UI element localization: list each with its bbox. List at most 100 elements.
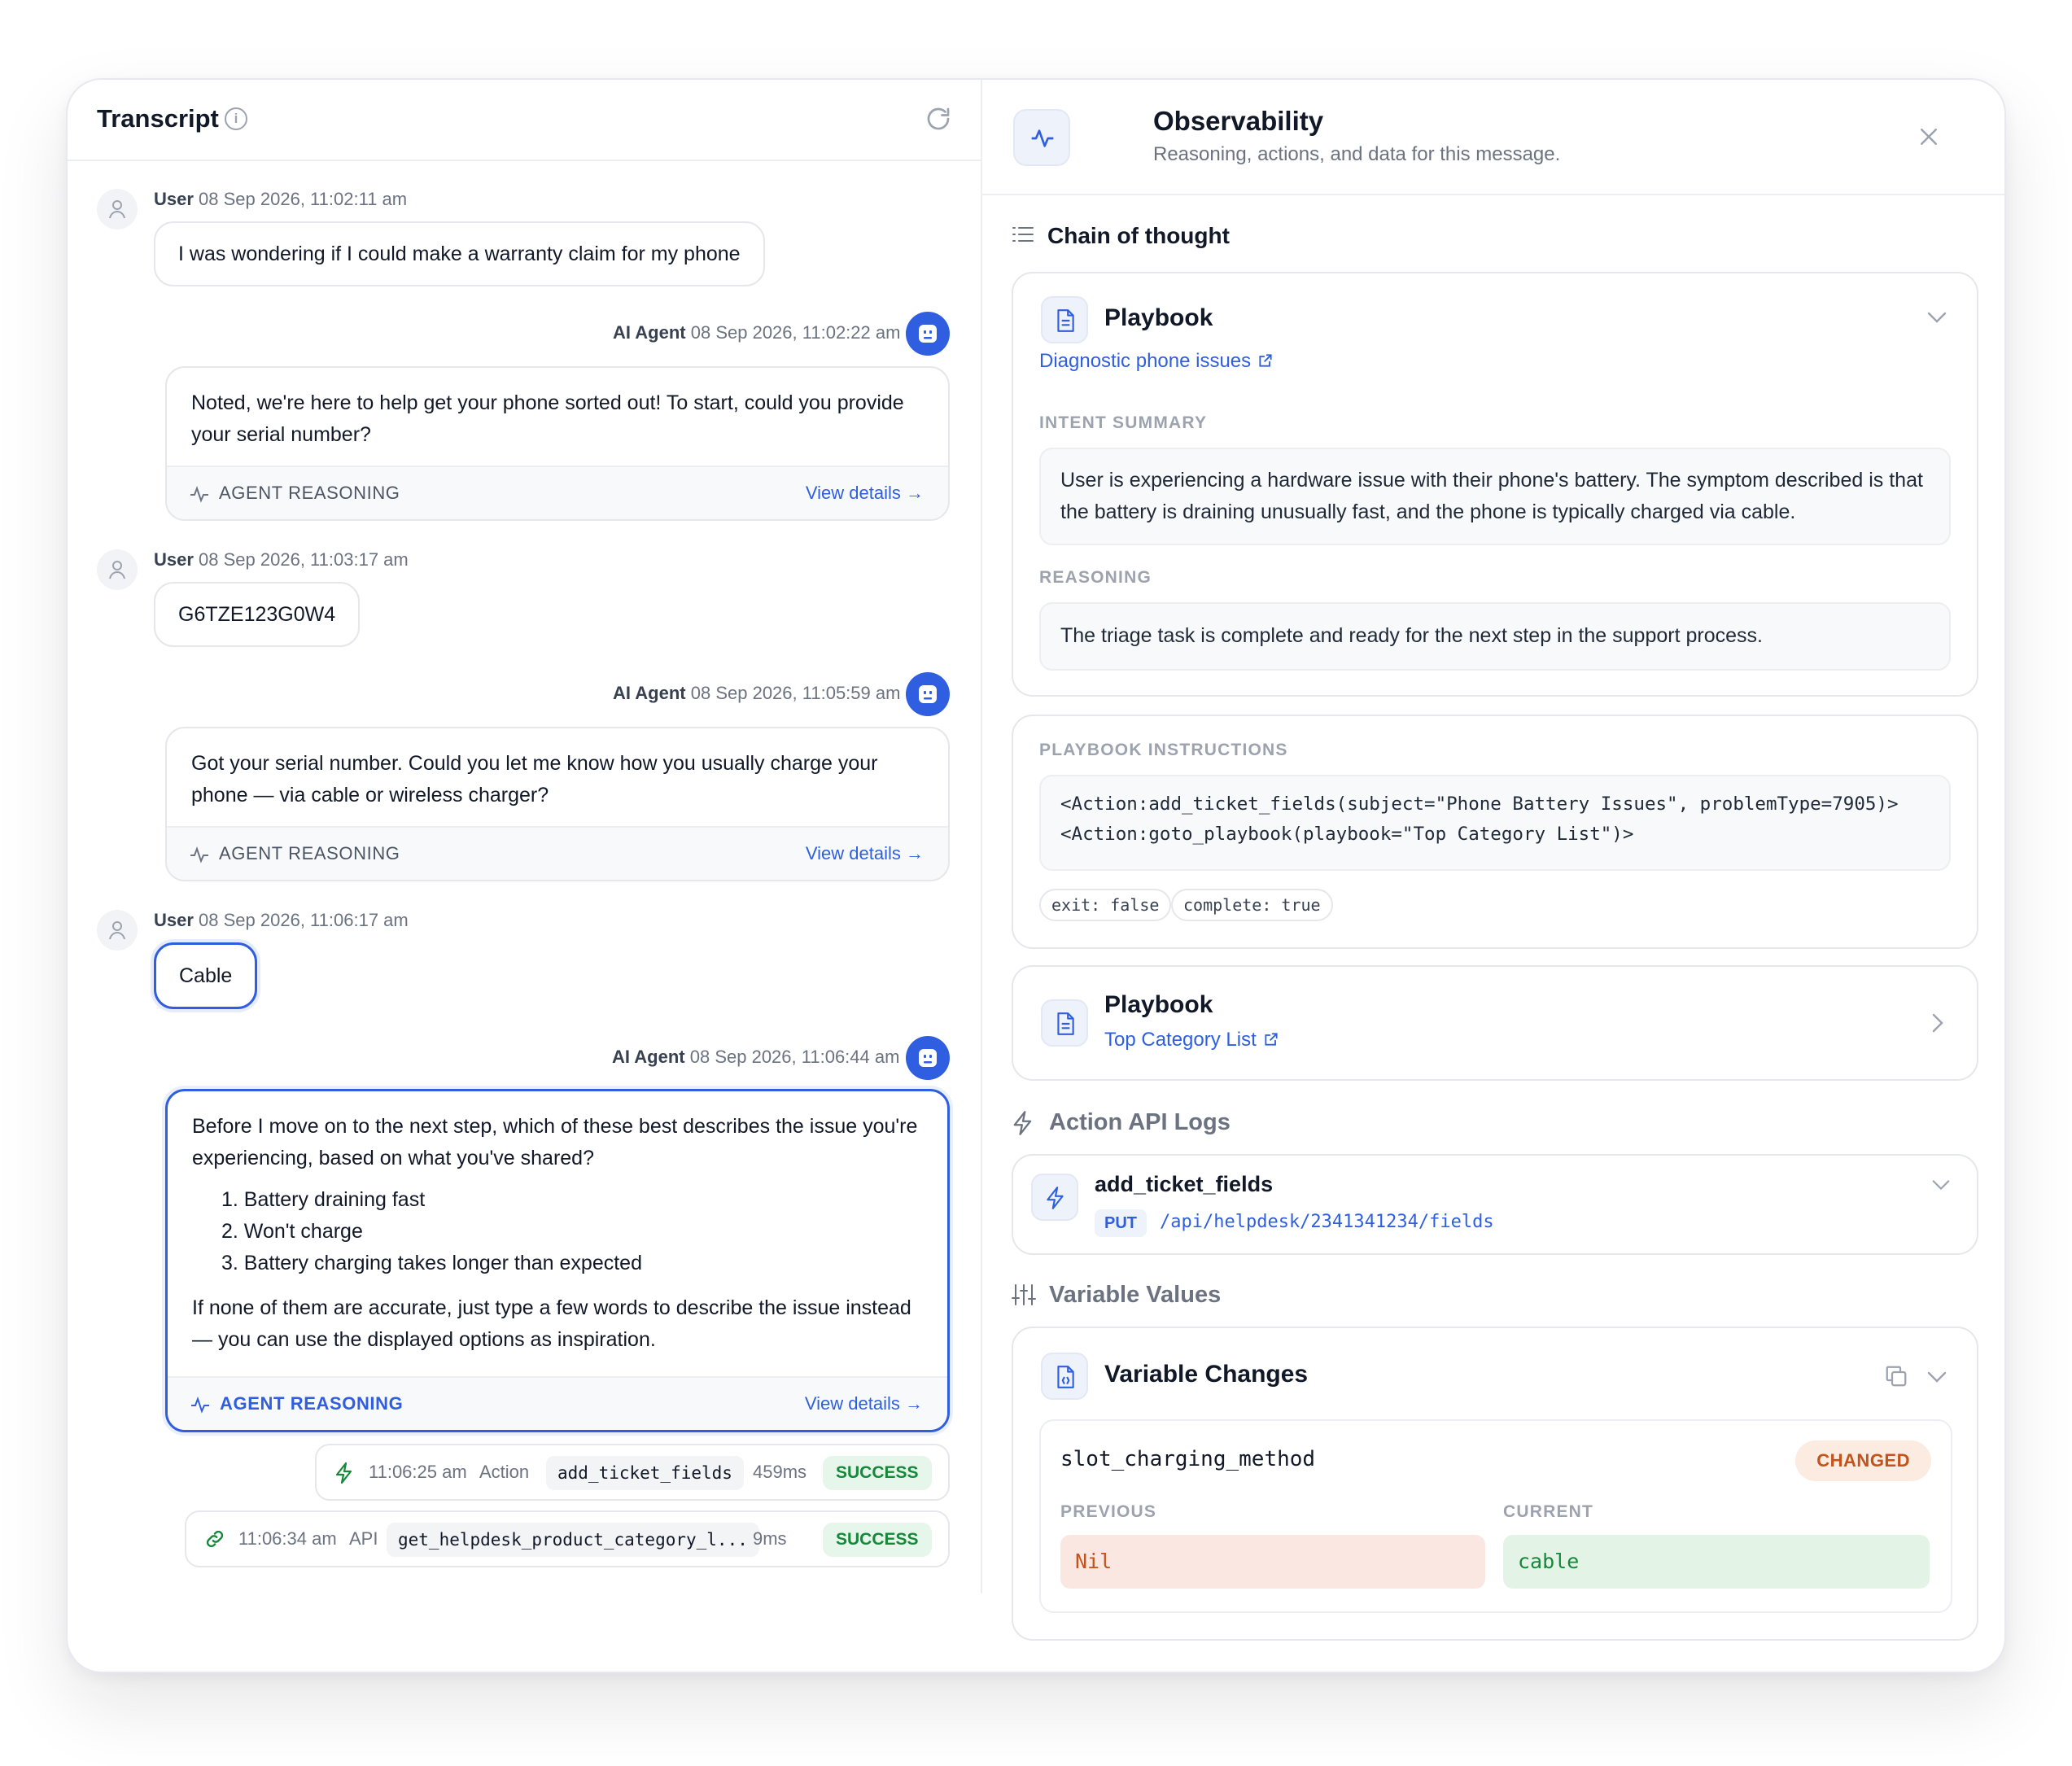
message-meta: User 08 Sep 2026, 11:06:17 am [154, 910, 409, 930]
intent-summary-caption: INTENT SUMMARY [1039, 413, 1208, 432]
endpoint-path: /api/helpdesk/2341341234/fields [1160, 1212, 1494, 1232]
message-meta: AI Agent 08 Sep 2026, 11:06:44 am [612, 1047, 900, 1067]
log-duration: 459ms [753, 1462, 807, 1482]
current-caption: CURRENT [1503, 1502, 1594, 1521]
observability-subtitle: Reasoning, actions, and data for this me… [1153, 143, 1561, 165]
message-meta: User 08 Sep 2026, 11:03:17 am [154, 549, 409, 570]
ai-message-text: Before I move on to the next step, which… [192, 1115, 918, 1169]
log-duration: 9ms [753, 1528, 787, 1549]
close-icon[interactable] [1917, 125, 1941, 149]
action-log-row[interactable]: 11:06:25 am Action add_ticket_fields 459… [315, 1444, 950, 1501]
log-time: 11:06:25 am [369, 1462, 467, 1482]
variable-change-row: slot_charging_method CHANGED PREVIOUS CU… [1039, 1419, 1952, 1613]
ai-message-text: Got your serial number. Could you let me… [191, 752, 878, 807]
variable-name: slot_charging_method [1060, 1447, 1316, 1471]
playbook-instructions-panel: PLAYBOOK INSTRUCTIONS <Action:add_ticket… [1012, 715, 1978, 949]
variable-values-heading: Variable Values [1049, 1282, 1222, 1308]
document-icon [1041, 296, 1088, 343]
agent-reasoning-bar: AGENT REASONING View details → [168, 1376, 947, 1430]
sliders-icon [1012, 1284, 1036, 1305]
ai-message-text: Noted, we're here to help get your phone… [191, 391, 904, 446]
issue-option: 3. Battery charging takes longer than ex… [221, 1252, 642, 1274]
user-avatar [97, 910, 138, 951]
log-kind: API [349, 1528, 378, 1549]
playbook-link[interactable]: Top Category List [1104, 1029, 1279, 1051]
pulse-icon [190, 486, 208, 503]
transcript-title: Transcript [97, 104, 219, 133]
agent-reasoning-bar: AGENT REASONING View details → [167, 826, 948, 880]
user-avatar [97, 189, 138, 229]
playbook-title: Playbook [1104, 991, 1213, 1018]
playbook-title: Playbook [1104, 304, 1213, 331]
observability-title: Observability [1153, 106, 1324, 136]
panel-divider [981, 80, 982, 1593]
action-name: add_ticket_fields [1095, 1172, 1274, 1196]
agent-reasoning-label: AGENT REASONING [220, 1393, 404, 1414]
reasoning-caption: REASONING [1039, 568, 1152, 587]
reasoning-text: The triage task is complete and ready fo… [1039, 602, 1951, 671]
lightning-icon [335, 1462, 352, 1484]
user-message-selected[interactable]: Cable [154, 942, 258, 1009]
agent-reasoning-label: AGENT REASONING [219, 843, 400, 863]
view-details-link[interactable]: View details → [806, 483, 924, 504]
previous-caption: PREVIOUS [1060, 1502, 1157, 1521]
observability-header: Observability Reasoning, actions, and da… [982, 80, 2004, 195]
issue-option: 1. Battery draining fast [221, 1188, 426, 1211]
instruction-line: <Action:add_ticket_fields(subject="Phone… [1060, 793, 1899, 815]
ai-agent-avatar [906, 312, 950, 356]
external-link-icon [1259, 354, 1272, 367]
document-icon [1041, 999, 1088, 1047]
playbook-link[interactable]: Diagnostic phone issues [1039, 350, 1274, 373]
ai-agent-avatar [906, 1036, 950, 1080]
ai-message-footer-text: If none of them are accurate, just type … [192, 1296, 911, 1351]
variable-changes-title: Variable Changes [1104, 1361, 1309, 1388]
user-message: I was wondering if I could make a warran… [154, 221, 765, 286]
chevron-down-icon[interactable] [1926, 311, 1947, 324]
log-time: 11:06:34 am [238, 1528, 337, 1549]
action-log-card[interactable]: add_ticket_fields PUT /api/helpdesk/2341… [1012, 1154, 1978, 1255]
changed-badge: CHANGED [1795, 1440, 1931, 1481]
agent-reasoning-bar: AGENT REASONING View details → [167, 466, 948, 519]
status-badge: SUCCESS [823, 1456, 932, 1490]
link-icon [206, 1530, 224, 1548]
external-link-icon [1265, 1033, 1278, 1046]
complete-flag-pill: complete: true [1171, 889, 1333, 921]
http-method-badge: PUT [1095, 1209, 1147, 1237]
user-avatar [97, 549, 138, 590]
copy-icon[interactable] [1884, 1364, 1908, 1388]
playbook-panel[interactable]: Playbook Top Category List [1012, 965, 1978, 1081]
ai-message-selected[interactable]: Before I move on to the next step, which… [165, 1089, 950, 1432]
chevron-right-icon[interactable] [1931, 1012, 1944, 1034]
api-log-row[interactable]: 11:06:34 am API get_helpdesk_product_cat… [185, 1510, 950, 1567]
flags-row: exit: false complete: true [1039, 889, 1365, 921]
user-message: G6TZE123G0W4 [154, 582, 361, 647]
chevron-down-icon[interactable] [1926, 1370, 1947, 1384]
variable-changes-card: Variable Changes slot_charging_method CH… [1012, 1327, 1978, 1641]
playbook-panel: Playbook Diagnostic phone issues INTENT … [1012, 272, 1978, 697]
lightning-icon [1031, 1174, 1078, 1221]
chevron-down-icon[interactable] [1931, 1178, 1951, 1191]
ai-message: Noted, we're here to help get your phone… [165, 366, 950, 521]
log-name: add_ticket_fields [546, 1456, 744, 1490]
intent-summary-text: User is experiencing a hardware issue wi… [1039, 448, 1951, 545]
message-meta: AI Agent 08 Sep 2026, 11:05:59 am [613, 683, 901, 703]
view-details-link[interactable]: View details → [806, 843, 924, 864]
pulse-icon [191, 1397, 209, 1414]
log-name: get_helpdesk_product_category_l... [387, 1523, 759, 1557]
pulse-icon [190, 846, 208, 863]
playbook-instructions-caption: PLAYBOOK INSTRUCTIONS [1039, 741, 1288, 759]
ai-agent-avatar [906, 672, 950, 716]
previous-value: Nil [1060, 1535, 1485, 1589]
view-details-link[interactable]: View details → [805, 1393, 923, 1414]
message-meta: User 08 Sep 2026, 11:02:11 am [154, 189, 408, 209]
info-icon[interactable]: i [225, 107, 247, 130]
variable-file-icon [1041, 1353, 1088, 1400]
list-icon [1012, 227, 1034, 242]
action-api-logs-heading: Action API Logs [1049, 1109, 1231, 1135]
refresh-icon[interactable] [924, 104, 953, 133]
activity-icon [1013, 109, 1070, 166]
playbook-instructions-code: <Action:add_ticket_fields(subject="Phone… [1039, 775, 1951, 871]
chain-of-thought-heading: Chain of thought [1047, 223, 1230, 248]
transcript-header: Transcript i [68, 80, 981, 161]
message-meta: AI Agent 08 Sep 2026, 11:02:22 am [613, 322, 901, 343]
